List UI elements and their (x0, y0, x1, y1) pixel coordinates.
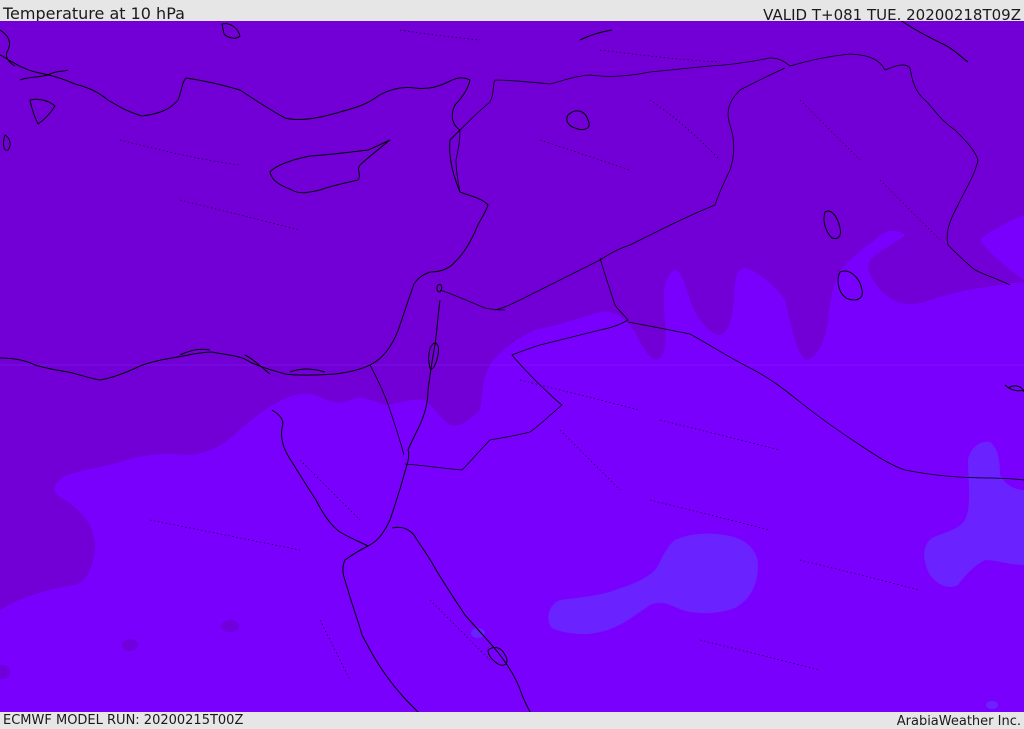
header-bar: Temperature at 10 hPa VALID T+081 TUE. 2… (0, 0, 1024, 24)
warm-spot-1 (122, 639, 138, 651)
forecast-map-page: Temperature at 10 hPa VALID T+081 TUE. 2… (0, 0, 1024, 729)
warm-spot-2 (221, 620, 239, 632)
model-run-label: ECMWF MODEL RUN: 20200215T00Z (3, 713, 244, 728)
map-svg (0, 21, 1024, 712)
footer-bar: ECMWF MODEL RUN: 20200215T00Z ArabiaWeat… (0, 712, 1024, 729)
cold-spot-2 (986, 701, 998, 709)
map-canvas[interactable] (0, 21, 1024, 712)
credit-label: ArabiaWeather Inc. (896, 714, 1021, 729)
